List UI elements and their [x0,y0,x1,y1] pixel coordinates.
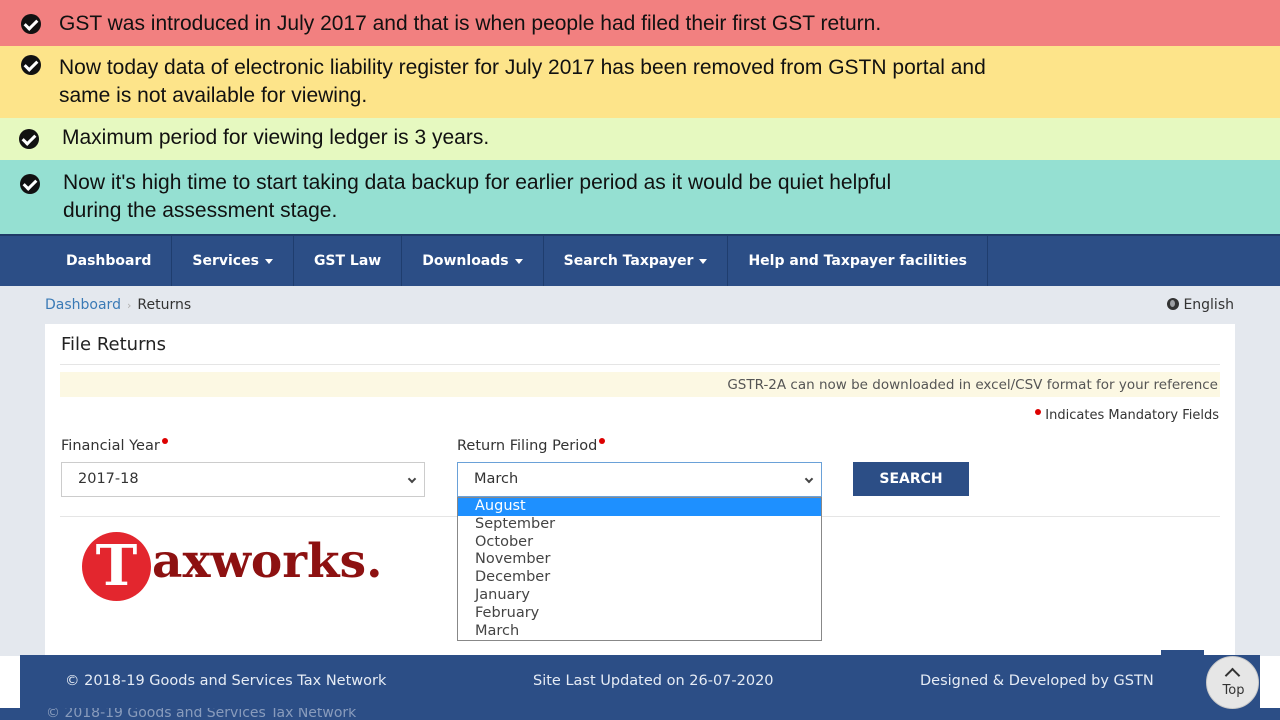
check-circle-icon [21,55,41,75]
language-label: English [1183,297,1234,313]
label-text: Return Filing Period [457,438,598,454]
note-text: same is not available for viewing. [59,84,368,107]
nav-downloads[interactable]: Downloads [402,236,544,286]
back-to-top-label: Top [1222,683,1245,698]
breadcrumb-current: Returns [137,297,192,313]
nav-services[interactable]: Services [172,236,294,286]
dropdown-option[interactable]: November [458,551,821,569]
caret-down-icon [264,258,273,264]
select-value: March [474,471,519,487]
label-text: Financial Year [61,438,160,454]
logo-circle: T [82,532,151,601]
dropdown-option[interactable]: February [458,605,821,623]
info-banner: GSTR-2A can now be downloaded in excel/C… [60,372,1220,397]
dropdown-option[interactable]: January [458,587,821,605]
required-dot-icon [599,438,606,444]
chevron-down-icon [804,474,814,484]
nav-help[interactable]: Help and Taxpayer facilities [728,236,988,286]
nav-dashboard[interactable]: Dashboard [46,236,173,286]
check-circle-icon [21,14,41,34]
note-text: during the assessment stage. [63,199,338,222]
info-banner-text: GSTR-2A can now be downloaded in excel/C… [727,377,1218,393]
nav-search-taxpayer[interactable]: Search Taxpayer [544,236,729,286]
nav-label: Services [192,253,259,269]
footer-shadow-text: © 2018-19 Goods and Services Tax Network [46,708,357,720]
breadcrumb-dashboard-link[interactable]: Dashboard [45,297,121,313]
dropdown-option[interactable]: October [458,534,821,552]
dropdown-option[interactable]: August [458,498,821,516]
language-selector[interactable]: English [1167,297,1234,313]
globe-icon [1167,298,1180,310]
select-value: 2017-18 [78,471,139,487]
footer-developer: Designed & Developed by GSTN [920,673,1154,689]
footer-last-updated: Site Last Updated on 26-07-2020 [533,673,774,689]
dropdown-option[interactable]: March [458,623,821,641]
nav-label: Search Taxpayer [563,253,694,269]
dropdown-option[interactable]: December [458,569,821,587]
required-dot-icon [1035,409,1042,415]
dropdown-option[interactable]: September [458,516,821,534]
search-button[interactable]: SEARCH [853,462,969,496]
footer-copyright: © 2018-19 Goods and Services Tax Network [65,673,387,689]
return-filing-period-select[interactable]: March [457,462,822,497]
chevron-down-icon [407,474,417,484]
financial-year-select[interactable]: 2017-18 [61,462,425,497]
note-backup: Now it's high time to start taking data … [0,160,1280,234]
breadcrumb-separator: › [126,299,132,312]
nav-label: Help and Taxpayer facilities [748,253,967,269]
page-title: File Returns [61,334,166,355]
caret-down-icon [699,258,708,264]
filing-period-dropdown: August September October November Decemb… [457,497,822,641]
note-text: Maximum period for viewing ledger is 3 y… [62,126,490,149]
check-circle-icon [20,174,40,194]
main-navbar: Dashboard Services GST Law Downloads Sea… [0,234,1280,286]
back-to-top-button[interactable]: Top [1206,656,1259,709]
note-max-period: Maximum period for viewing ledger is 3 y… [0,118,1280,160]
note-intro: GST was introduced in July 2017 and that… [0,0,1280,46]
financial-year-label: Financial Year [61,438,172,454]
note-removed: Now today data of electronic liability r… [0,46,1280,118]
breadcrumb: Dashboard › Returns [45,297,191,313]
mandatory-text: Indicates Mandatory Fields [1045,408,1219,423]
nav-label: Dashboard [66,253,152,269]
chevron-up-icon [1224,667,1241,684]
logo-text: axworks. [152,534,383,589]
required-dot-icon [161,438,168,444]
caret-down-icon [514,258,523,264]
footer-shadow: © 2018-19 Goods and Services Tax Network [0,708,1280,720]
footer: © 2018-19 Goods and Services Tax Network… [20,655,1260,708]
note-text: Now today data of electronic liability r… [59,56,986,79]
nav-gst-law[interactable]: GST Law [294,236,403,286]
note-text: Now it's high time to start taking data … [63,171,892,194]
note-text: GST was introduced in July 2017 and that… [59,12,882,35]
mandatory-note: Indicates Mandatory Fields [1035,408,1219,423]
nav-label: GST Law [313,253,382,269]
return-filing-period-label: Return Filing Period [457,438,609,454]
check-circle-icon [19,129,39,149]
nav-label: Downloads [422,253,509,269]
divider [60,364,1220,365]
